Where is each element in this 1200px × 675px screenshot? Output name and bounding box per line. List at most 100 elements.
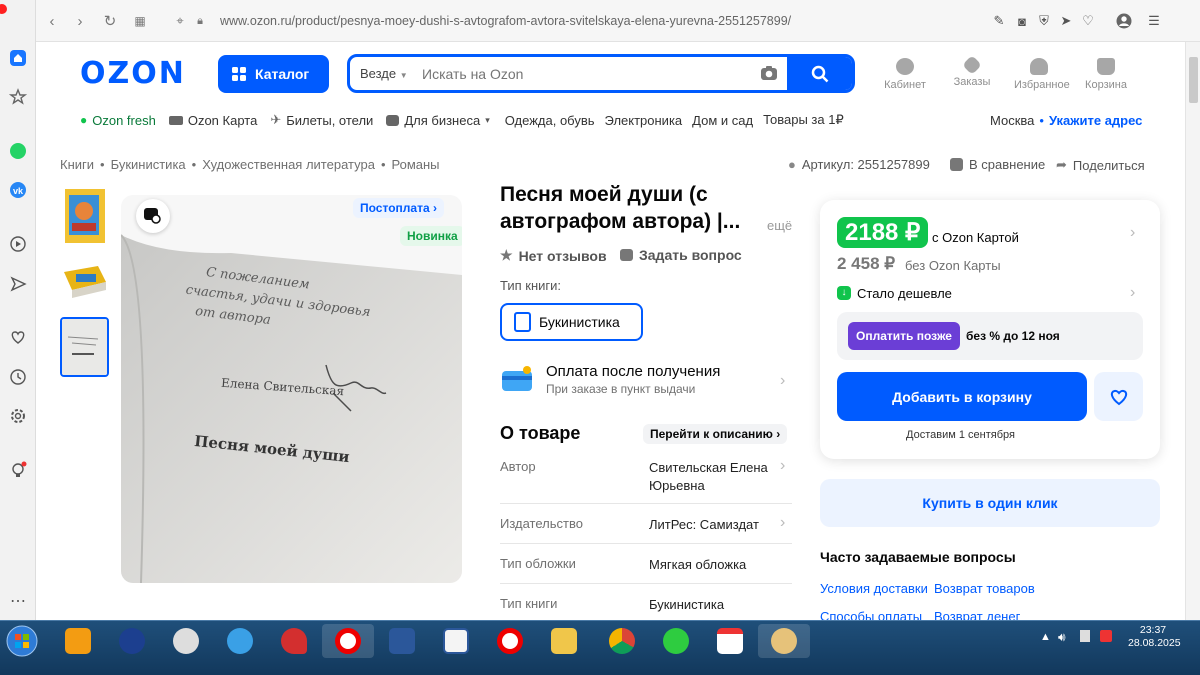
buy-one-click-button[interactable]: Купить в один клик: [820, 479, 1160, 527]
more-icon[interactable]: ⋯: [7, 590, 29, 612]
subnav-item-electronics[interactable]: Электроника: [605, 113, 683, 128]
taskbar-mail-icon[interactable]: [650, 624, 702, 658]
taskbar-opera-icon[interactable]: [484, 624, 536, 658]
history-icon[interactable]: [7, 366, 29, 388]
search-scope-select[interactable]: Везде ▼: [360, 66, 408, 81]
back-icon[interactable]: ‹: [42, 11, 62, 31]
address-bar[interactable]: www.ozon.ru/product/pesnya-moey-dushi-s-…: [220, 14, 791, 28]
location-pin-icon[interactable]: ⌖: [170, 11, 190, 31]
address-link[interactable]: Укажите адрес: [1049, 113, 1142, 128]
spec-value[interactable]: ЛитРес: Самиздат: [649, 516, 779, 534]
whatsapp-icon[interactable]: [7, 140, 29, 162]
taskbar-word-doc-icon[interactable]: [430, 624, 482, 658]
breadcrumb-item[interactable]: Букинистика: [111, 157, 186, 172]
taskbar-folder-icon[interactable]: [538, 624, 590, 658]
clock[interactable]: 23:37 28.08.2025: [1128, 624, 1181, 650]
compare-button[interactable]: В сравнение: [950, 157, 1045, 172]
reviews-link[interactable]: ★ Нет отзывов: [500, 247, 607, 264]
taskbar-ie-icon[interactable]: [214, 624, 266, 658]
breadcrumb-item[interactable]: Книги: [60, 157, 94, 172]
volume-icon[interactable]: 🔊︎: [1058, 630, 1066, 645]
article-number[interactable]: ● Артикул: 2551257899: [788, 157, 930, 172]
share-button[interactable]: ➦ Поделиться: [1056, 157, 1145, 173]
chevron-right-icon[interactable]: ›: [780, 457, 785, 475]
pay-later-badge[interactable]: Оплатить позже: [848, 322, 960, 350]
add-to-cart-button[interactable]: Добавить в корзину: [837, 372, 1087, 421]
thumbnail-autograph[interactable]: [60, 317, 109, 377]
orders-button[interactable]: Заказы: [947, 55, 997, 88]
taskbar-pin-icon[interactable]: [268, 624, 320, 658]
forward-icon[interactable]: ›: [70, 11, 90, 31]
spec-value[interactable]: Свительская Елена Юрьевна: [649, 459, 779, 495]
tray-alert-icon[interactable]: [1100, 630, 1112, 642]
taskbar-paint-icon[interactable]: [758, 624, 810, 658]
cheaper-label[interactable]: Стало дешевле: [857, 286, 952, 301]
ozon-logo[interactable]: OZON: [80, 56, 186, 91]
home-icon[interactable]: [7, 47, 29, 69]
settings-icon[interactable]: [7, 405, 29, 427]
more-link[interactable]: ещё: [767, 218, 792, 233]
taskbar-opera-icon[interactable]: [322, 624, 374, 658]
heart-icon[interactable]: [7, 326, 29, 348]
city-label: Москва: [990, 112, 1035, 128]
send-icon[interactable]: [7, 273, 29, 295]
lightbulb-icon[interactable]: [7, 459, 29, 481]
network-icon[interactable]: [1080, 630, 1090, 642]
postpay-badge[interactable]: Постоплата ›: [353, 198, 444, 218]
start-button[interactable]: [2, 624, 42, 658]
taskbar-word-icon[interactable]: [376, 624, 428, 658]
vk-icon[interactable]: vk: [7, 179, 29, 201]
favorites-button[interactable]: Избранное: [1014, 58, 1070, 91]
player-icon[interactable]: [7, 233, 29, 255]
breadcrumb-item[interactable]: Романы: [392, 157, 440, 172]
subnav-item-one-ruble[interactable]: Товары за 1₽: [763, 112, 844, 128]
search-button[interactable]: [787, 57, 852, 90]
taskbar-user-icon[interactable]: [106, 624, 158, 658]
ask-question-link[interactable]: Задать вопрос: [620, 247, 742, 263]
scrollbar[interactable]: [1185, 42, 1200, 620]
faq-link-returns[interactable]: Возврат товаров: [934, 581, 1035, 596]
chevron-right-icon[interactable]: ›: [1130, 284, 1135, 302]
catalog-button[interactable]: Каталог: [218, 55, 329, 93]
taskbar-chrome-icon[interactable]: [596, 624, 648, 658]
reload-icon[interactable]: ↻: [100, 11, 120, 31]
subnav-item-home[interactable]: Дом и сад: [692, 113, 753, 128]
heart-icon[interactable]: ♡: [1080, 13, 1096, 29]
book-type-chip[interactable]: Букинистика: [500, 303, 643, 341]
menu-icon[interactable]: ☰: [1146, 13, 1162, 29]
similar-search-icon[interactable]: [136, 199, 170, 233]
camera-search-icon[interactable]: [760, 65, 778, 86]
send-icon[interactable]: ➤: [1058, 13, 1074, 29]
pay-later-box[interactable]: Оплатить позже без % до 12 ноя: [837, 312, 1143, 360]
subnav-item-clothes[interactable]: Одежда, обувь: [505, 113, 595, 128]
thumbnail-cover-angle[interactable]: [60, 252, 109, 312]
search-input[interactable]: [422, 61, 752, 87]
chevron-right-icon[interactable]: ›: [780, 372, 785, 390]
tray-expand-icon[interactable]: ▲: [1040, 631, 1051, 643]
tabs-grid-icon[interactable]: ▦: [130, 11, 150, 31]
profile-icon[interactable]: [1116, 13, 1132, 29]
camera-icon[interactable]: ◙: [1014, 13, 1030, 29]
shield-icon[interactable]: ⛨: [1036, 13, 1052, 29]
opera-logo-icon[interactable]: [0, 4, 7, 14]
subnav-item-ozon-card[interactable]: Ozon Карта: [188, 113, 257, 128]
taskbar-calendar-icon[interactable]: [704, 624, 756, 658]
cart-button[interactable]: Корзина: [1081, 58, 1131, 91]
chevron-right-icon[interactable]: ›: [780, 514, 785, 532]
product-main-image[interactable]: С пожеланием счастья, удачи и здоровья о…: [121, 195, 462, 583]
faq-link-delivery[interactable]: Условия доставки: [820, 581, 928, 596]
subnav-item-ozon-fresh[interactable]: Ozon fresh: [92, 113, 156, 128]
star-icon[interactable]: [7, 86, 29, 108]
account-button[interactable]: Кабинет: [880, 58, 930, 91]
scrollbar-thumb[interactable]: [1189, 57, 1198, 103]
taskbar-clock-icon[interactable]: [160, 624, 212, 658]
edit-icon[interactable]: ✎: [991, 13, 1007, 29]
thumbnail-cover-front[interactable]: [60, 187, 109, 247]
breadcrumb-item[interactable]: Художественная литература: [202, 157, 375, 172]
subnav-item-business[interactable]: Для бизнеса: [404, 113, 480, 128]
chevron-right-icon[interactable]: ›: [1130, 224, 1135, 242]
taskbar-media-icon[interactable]: [52, 624, 104, 658]
go-to-description-link[interactable]: Перейти к описанию ›: [643, 424, 788, 444]
favorite-button[interactable]: [1094, 372, 1143, 421]
subnav-item-tickets[interactable]: Билеты, отели: [286, 113, 373, 128]
